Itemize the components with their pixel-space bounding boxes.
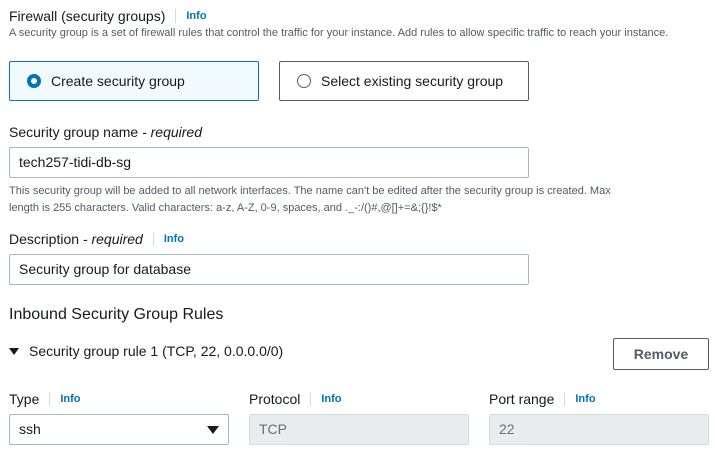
radio-unselected-icon[interactable] bbox=[297, 74, 311, 88]
select-existing-security-group-option[interactable]: Select existing security group bbox=[279, 61, 529, 101]
port-range-input: 22 bbox=[489, 414, 709, 445]
divider bbox=[564, 392, 566, 406]
protocol-label: Protocol bbox=[249, 391, 301, 407]
type-label: Type bbox=[9, 391, 40, 407]
type-select-value: ssh bbox=[19, 421, 41, 437]
port-range-label: Port range bbox=[489, 391, 555, 407]
required-marker: - required bbox=[82, 231, 143, 247]
inbound-rules-heading: Inbound Security Group Rules bbox=[9, 306, 224, 323]
divider bbox=[175, 9, 177, 23]
protocol-input: TCP bbox=[249, 414, 469, 445]
divider bbox=[310, 392, 312, 406]
divider bbox=[49, 392, 51, 406]
description-input[interactable]: Security group for database bbox=[9, 254, 529, 285]
divider bbox=[152, 232, 154, 246]
description-info-link[interactable]: Info bbox=[164, 233, 184, 245]
remove-button[interactable]: Remove bbox=[613, 338, 709, 370]
sg-name-input[interactable]: tech257-tidi-db-sg bbox=[9, 147, 529, 178]
sg-name-hint-2: length is 255 characters. Valid characte… bbox=[9, 202, 442, 214]
caret-down-icon[interactable] bbox=[9, 347, 19, 355]
protocol-info-link[interactable]: Info bbox=[321, 393, 341, 405]
sg-name-hint-1: This security group will be added to all… bbox=[9, 185, 611, 197]
radio-selected-icon[interactable] bbox=[27, 74, 41, 88]
rule-expander[interactable]: Security group rule 1 (TCP, 22, 0.0.0.0/… bbox=[9, 343, 283, 359]
port-range-info-link[interactable]: Info bbox=[575, 393, 595, 405]
rule-title: Security group rule 1 (TCP, 22, 0.0.0.0/… bbox=[29, 343, 284, 359]
description-header: Description - required Info bbox=[9, 230, 184, 248]
sg-name-label: Security group name - required bbox=[9, 124, 202, 140]
protocol-header: Protocol Info bbox=[249, 390, 342, 408]
firewall-title: Firewall (security groups) bbox=[9, 8, 166, 24]
caret-down-icon[interactable] bbox=[207, 425, 219, 434]
firewall-header: Firewall (security groups) Info bbox=[9, 7, 207, 25]
port-range-header: Port range Info bbox=[489, 390, 596, 408]
description-label-text: Description bbox=[9, 231, 80, 247]
firewall-info-link[interactable]: Info bbox=[186, 10, 206, 22]
type-select[interactable]: ssh bbox=[9, 414, 229, 445]
select-existing-security-group-label: Select existing security group bbox=[321, 73, 504, 89]
create-security-group-label: Create security group bbox=[51, 73, 185, 89]
sg-name-label-text: Security group name bbox=[9, 124, 139, 140]
firewall-description: A security group is a set of firewall ru… bbox=[9, 27, 669, 39]
required-marker: - required bbox=[142, 124, 202, 140]
type-info-link[interactable]: Info bbox=[60, 393, 80, 405]
create-security-group-option[interactable]: Create security group bbox=[9, 61, 259, 101]
description-label: Description - required bbox=[9, 231, 143, 247]
type-header: Type Info bbox=[9, 390, 81, 408]
